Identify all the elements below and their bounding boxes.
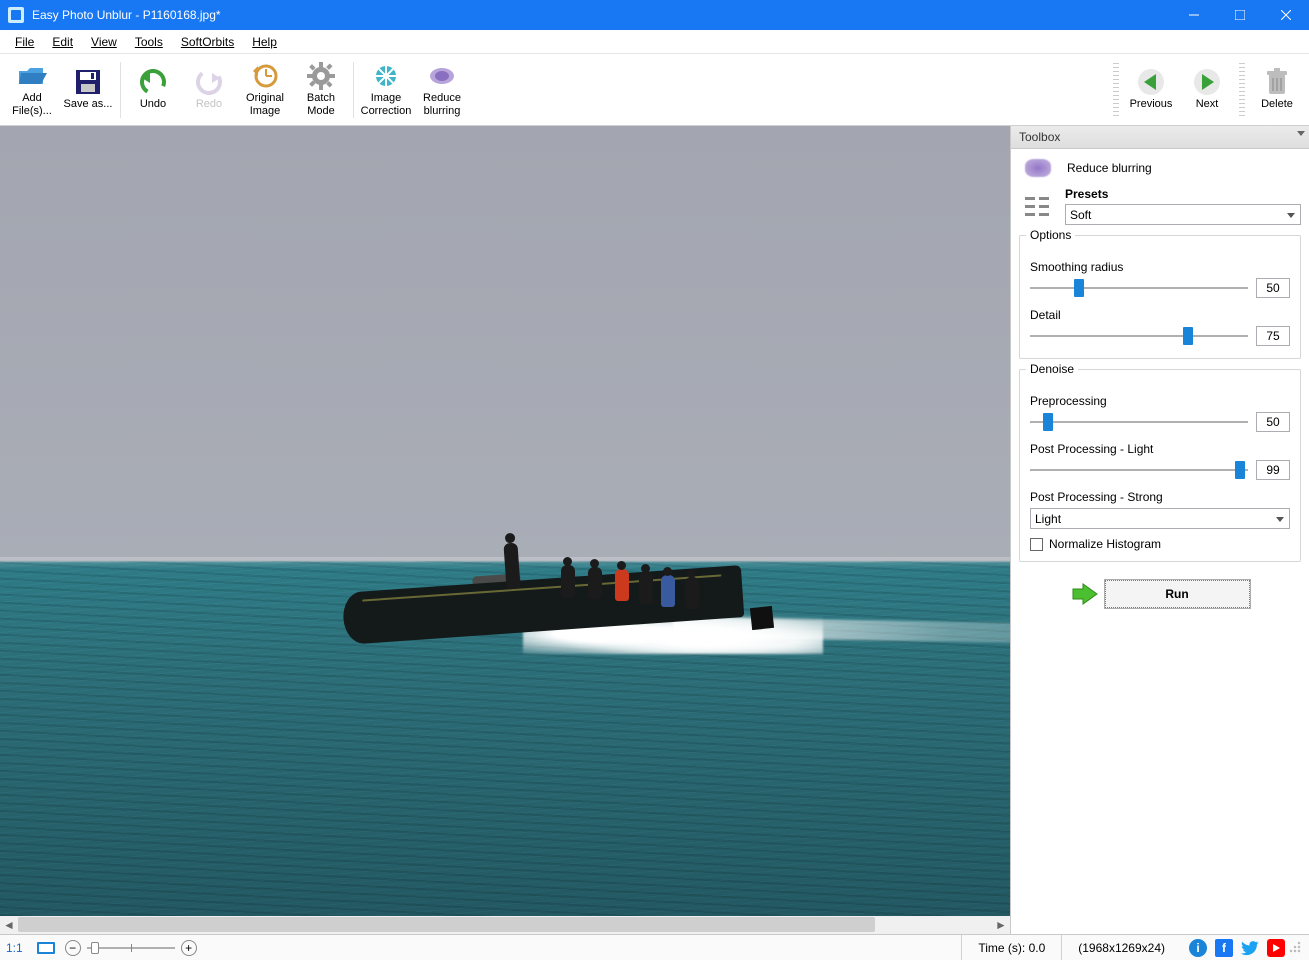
redo-icon [193,68,225,96]
close-button[interactable] [1263,0,1309,30]
save-icon [72,68,104,96]
add-files-button[interactable]: Add File(s)... [4,56,60,124]
postlight-label: Post Processing - Light [1030,442,1290,456]
postlight-slider[interactable] [1030,469,1248,471]
app-icon [8,7,24,23]
toolbar-grip [1113,63,1119,117]
preprocessing-label: Preprocessing [1030,394,1290,408]
maximize-button[interactable] [1217,0,1263,30]
run-arrow-icon [1071,580,1099,608]
zoom-in-button[interactable]: + [181,940,197,956]
smoothing-label: Smoothing radius [1030,260,1290,274]
blur-icon [426,62,458,90]
toolbox-panel: Toolbox Reduce blurring Presets Soft Opt… [1010,126,1309,934]
title-bar: Easy Photo Unblur - P1160168.jpg* [0,0,1309,30]
options-group: Options Smoothing radius 50 Detail 75 [1019,235,1301,359]
detail-value[interactable]: 75 [1256,326,1290,346]
undo-button[interactable]: Undo [125,56,181,124]
arrow-right-icon [1191,68,1223,96]
trash-icon [1261,68,1293,96]
resize-grip[interactable] [1289,941,1303,955]
status-dimensions: (1968x1269x24) [1061,935,1181,960]
toolbar-grip [1239,63,1245,117]
minimize-button[interactable] [1171,0,1217,30]
denoise-group: Denoise Preprocessing 50 Post Processing… [1019,369,1301,562]
reduce-blurring-button[interactable]: Reduce blurring [414,56,470,124]
sparkle-icon [370,62,402,90]
window-title: Easy Photo Unblur - P1160168.jpg* [32,8,1171,22]
zoom-slider[interactable] [87,947,175,949]
toolbox-mode-label: Reduce blurring [1067,161,1152,175]
sliders-icon [1025,195,1051,217]
chevron-down-icon [1297,131,1305,136]
poststrong-select[interactable]: Light [1030,508,1290,529]
detail-label: Detail [1030,308,1290,322]
preprocessing-slider[interactable] [1030,421,1248,423]
detail-slider[interactable] [1030,335,1248,337]
fit-screen-icon[interactable] [37,942,55,954]
twitter-icon[interactable] [1241,939,1259,957]
menu-help[interactable]: Help [243,33,286,51]
smoothing-slider[interactable] [1030,287,1248,289]
blur-icon [1025,159,1051,177]
preprocessing-value[interactable]: 50 [1256,412,1290,432]
run-button[interactable]: Run [1105,580,1250,608]
scroll-right-icon[interactable]: ► [992,916,1010,934]
previous-button[interactable]: Previous [1123,56,1179,124]
folder-open-icon [16,62,48,90]
original-image-button[interactable]: Original Image [237,56,293,124]
zoom-ratio[interactable]: 1:1 [6,941,23,955]
undo-icon [137,68,169,96]
youtube-icon[interactable] [1267,939,1285,957]
delete-button[interactable]: Delete [1249,56,1305,124]
menu-file[interactable]: File [6,33,43,51]
history-icon [249,62,281,90]
image-correction-button[interactable]: Image Correction [358,56,414,124]
status-bar: 1:1 − + Time (s): 0.0 (1968x1269x24) i f [0,934,1309,960]
presets-select[interactable]: Soft [1065,204,1301,225]
smoothing-value[interactable]: 50 [1256,278,1290,298]
next-button[interactable]: Next [1179,56,1235,124]
toolbar: Add File(s)... Save as... Undo Redo Orig… [0,54,1309,126]
postlight-value[interactable]: 99 [1256,460,1290,480]
gear-icon [305,62,337,90]
horizontal-scrollbar[interactable]: ◄ ► [0,916,1010,934]
facebook-icon[interactable]: f [1215,939,1233,957]
redo-button: Redo [181,56,237,124]
scroll-left-icon[interactable]: ◄ [0,916,18,934]
scroll-thumb[interactable] [18,917,875,932]
menu-bar: File Edit View Tools SoftOrbits Help [0,30,1309,54]
image-viewport[interactable]: ◄ ► [0,126,1010,934]
menu-tools[interactable]: Tools [126,33,172,51]
arrow-left-icon [1135,68,1167,96]
image-subject-boat [343,529,753,659]
menu-edit[interactable]: Edit [43,33,82,51]
toolbox-header[interactable]: Toolbox [1011,126,1309,149]
save-as-button[interactable]: Save as... [60,56,116,124]
zoom-out-button[interactable]: − [65,940,81,956]
presets-label: Presets [1065,187,1108,201]
menu-softorbits[interactable]: SoftOrbits [172,33,243,51]
poststrong-label: Post Processing - Strong [1030,490,1290,504]
menu-view[interactable]: View [82,33,126,51]
checkbox-box [1030,538,1043,551]
status-time: Time (s): 0.0 [961,935,1061,960]
normalize-histogram-checkbox[interactable]: Normalize Histogram [1030,537,1290,551]
batch-mode-button[interactable]: Batch Mode [293,56,349,124]
info-icon[interactable]: i [1189,939,1207,957]
